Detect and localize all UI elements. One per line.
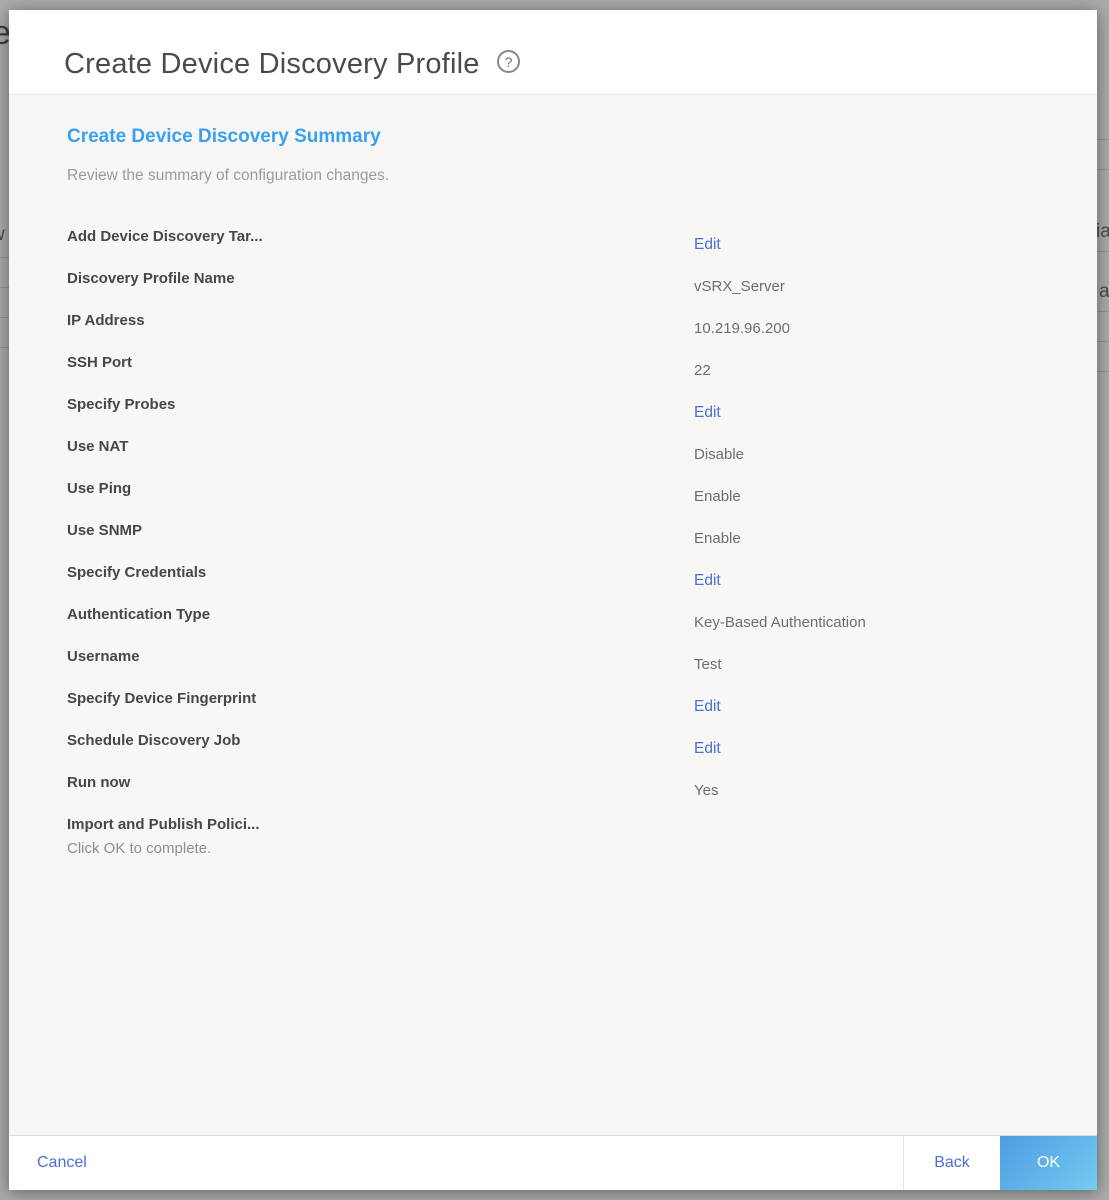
row-value: Enable [694, 530, 741, 547]
edit-link-specify-credentials[interactable]: Edit [694, 572, 721, 589]
section-schedule-discovery-job: Schedule Discovery Job Edit [67, 730, 1067, 757]
row-value: 10.219.96.200 [694, 320, 790, 337]
row-label: Discovery Profile Name [67, 270, 235, 287]
summary-heading: Create Device Discovery Summary [67, 126, 381, 147]
edit-link-specify-probes[interactable]: Edit [694, 404, 721, 421]
row-label: Use Ping [67, 480, 132, 497]
row-value: Yes [694, 782, 719, 799]
section-title: Specify Credentials [67, 564, 207, 581]
section-import-and-publish-policies: Import and Publish Polici... [67, 814, 1067, 836]
section-title: Specify Device Fingerprint [67, 690, 257, 707]
summary-row: Use NAT Disable [67, 436, 1067, 463]
row-label: Username [67, 648, 140, 665]
cancel-button[interactable]: Cancel [37, 1154, 87, 1172]
background-row-divider [1097, 139, 1109, 140]
summary-row: SSH Port 22 [67, 352, 1067, 379]
section-specify-device-fingerprint: Specify Device Fingerprint Edit [67, 688, 1067, 715]
row-value: vSRX_Server [694, 278, 785, 295]
row-label: Use NAT [67, 438, 129, 455]
row-label: Authentication Type [67, 606, 211, 623]
background-row-divider [1097, 311, 1109, 312]
footer-spacer [87, 1136, 903, 1190]
row-value: Enable [694, 488, 741, 505]
background-row-divider [0, 347, 9, 348]
summary-subtitle: Review the summary of configuration chan… [67, 167, 390, 184]
row-label: Run now [67, 774, 131, 791]
row-value: Disable [694, 446, 745, 463]
summary-rows: Add Device Discovery Tar... Edit Discove… [67, 226, 1067, 860]
background-text-fragment: ia [1096, 221, 1109, 242]
edit-link-add-device-discovery-target[interactable]: Edit [694, 236, 721, 253]
background-row-divider [0, 317, 9, 318]
dialog-body: Create Device Discovery Summary Review t… [9, 95, 1097, 1135]
row-label: Use SNMP [67, 522, 143, 539]
section-title: Specify Probes [67, 396, 176, 413]
summary-row: Use SNMP Enable [67, 520, 1067, 547]
section-title: Import and Publish Polici... [67, 816, 260, 833]
background-row-divider [1097, 341, 1109, 342]
dialog-title: Create Device Discovery Profile [64, 48, 480, 80]
background-text-fragment: a [1099, 281, 1109, 302]
section-specify-probes: Specify Probes Edit [67, 394, 1067, 421]
create-device-discovery-profile-dialog: Create Device Discovery Profile ? Create… [9, 10, 1097, 1190]
dialog-footer: Cancel Back OK [9, 1135, 1097, 1190]
section-title: Add Device Discovery Tar... [67, 228, 263, 245]
summary-row: Run now Yes [67, 772, 1067, 799]
summary-row: Authentication Type Key-Based Authentica… [67, 604, 1067, 631]
background-row-divider [1097, 169, 1109, 170]
summary-row: IP Address 10.219.96.200 [67, 310, 1067, 337]
summary-row: Discovery Profile Name vSRX_Server [67, 268, 1067, 295]
dialog-header: Create Device Discovery Profile ? [9, 10, 1097, 95]
help-icon[interactable]: ? [497, 50, 521, 73]
section-title: Schedule Discovery Job [67, 732, 241, 749]
row-label: IP Address [67, 312, 145, 329]
back-button[interactable]: Back [903, 1136, 1000, 1190]
row-value: Key-Based Authentication [694, 614, 866, 631]
background-row-divider [0, 257, 9, 258]
summary-row: Username Test [67, 646, 1067, 673]
row-label: SSH Port [67, 354, 133, 371]
edit-link-schedule-discovery-job[interactable]: Edit [694, 740, 721, 757]
row-value: Test [694, 656, 722, 673]
section-specify-credentials: Specify Credentials Edit [67, 562, 1067, 589]
row-value: 22 [694, 362, 711, 379]
background-row-divider [0, 287, 9, 288]
background-text-fragment: w [0, 224, 5, 246]
edit-link-specify-device-fingerprint[interactable]: Edit [694, 698, 721, 715]
background-row-divider [1097, 251, 1109, 252]
background-row-divider [1097, 371, 1109, 372]
summary-row: Use Ping Enable [67, 478, 1067, 505]
section-add-device-discovery-target: Add Device Discovery Tar... Edit [67, 226, 1067, 253]
ok-button[interactable]: OK [1000, 1136, 1097, 1190]
